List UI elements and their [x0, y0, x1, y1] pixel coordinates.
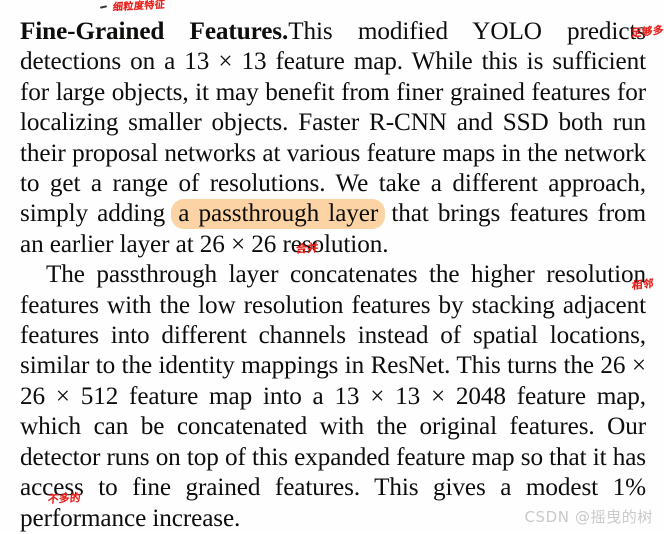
paragraph-text-before-highlight: This modified YOLO predicts detections o… [20, 18, 646, 228]
text-column: Fine-Grained Features.This modified YOLO… [0, 0, 664, 534]
paper-page: Fine-Grained Features.This modified YOLO… [0, 0, 664, 532]
run-in-heading: Fine-Grained Features. [20, 18, 289, 45]
paragraph-fine-grained-features: Fine-Grained Features.This modified YOLO… [20, 0, 646, 260]
paragraph-passthrough-detail: The passthrough layer concatenates the h… [20, 260, 646, 534]
csdn-watermark: CSDN @摇曳的树 [524, 508, 653, 526]
paragraph-body-text: The passthrough layer concatenates the h… [20, 261, 646, 502]
highlighted-phrase[interactable]: a passthrough layer [171, 199, 386, 230]
